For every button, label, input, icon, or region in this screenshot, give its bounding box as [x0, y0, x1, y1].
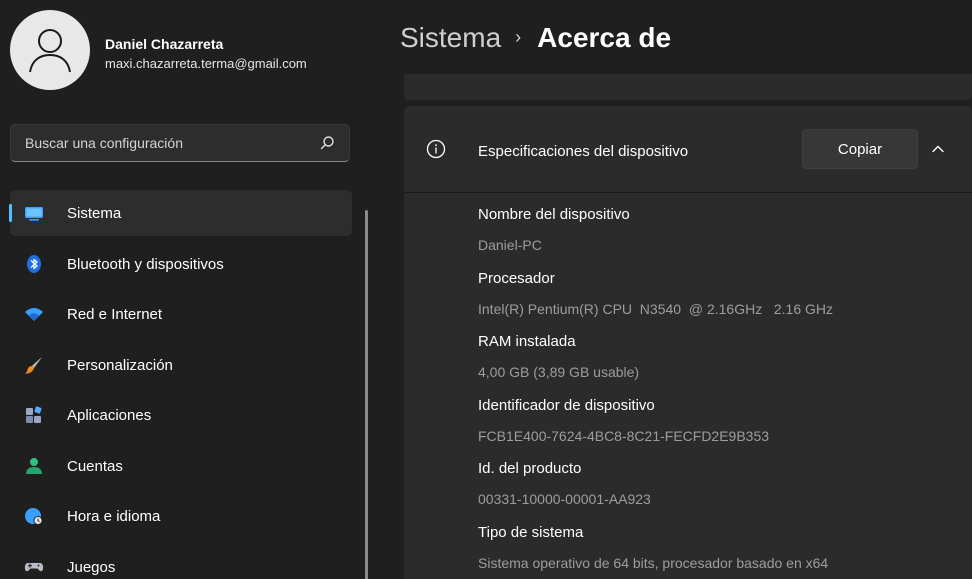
- monitor-icon: [25, 207, 43, 221]
- sidebar: Daniel Chazarreta maxi.chazarreta.terma@…: [0, 0, 370, 579]
- avatar[interactable]: [10, 10, 90, 90]
- page-title: Acerca de: [537, 22, 672, 53]
- spec-value: FCB1E400-7624-4BC8-8C21-FECFD2E9B353: [478, 427, 770, 444]
- breadcrumb-separator: ›: [515, 27, 522, 47]
- sidebar-item-label: Hora e idioma: [67, 508, 161, 525]
- sidebar-item-label: Juegos: [67, 558, 116, 576]
- breadcrumb: Sistema › Acerca de: [400, 22, 671, 54]
- search-icon[interactable]: [319, 135, 335, 151]
- sidebar-item-cuentas[interactable]: Cuentas: [10, 443, 352, 489]
- person-icon: [26, 457, 42, 474]
- spec-label: Nombre del dispositivo: [478, 206, 630, 223]
- previous-card: [404, 74, 972, 100]
- spec-value: Intel(R) Pentium(R) CPU N3540 @ 2.16GHz …: [478, 300, 833, 317]
- active-indicator: [9, 204, 12, 222]
- copy-button-label: Copiar: [837, 141, 883, 158]
- chevron-up-icon[interactable]: [930, 141, 946, 157]
- spec-value: Sistema operativo de 64 bits, procesador…: [478, 554, 829, 571]
- person-outline-icon: [29, 29, 71, 73]
- nav-list: Sistema Bluetooth y dispositivos Red e I…: [9, 190, 352, 579]
- breadcrumb-parent[interactable]: Sistema: [400, 22, 501, 53]
- sidebar-item-label: Bluetooth y dispositivos: [67, 255, 224, 273]
- info-icon: [426, 139, 446, 159]
- sidebar-item-label: Sistema: [67, 205, 122, 222]
- search-placeholder: Buscar una configuración: [25, 135, 183, 151]
- device-specs-card: Especificaciones del dispositivo Copiar …: [404, 106, 972, 579]
- settings-window: Daniel Chazarreta maxi.chazarreta.terma@…: [0, 0, 972, 579]
- device-specs-header[interactable]: Especificaciones del dispositivo Copiar: [404, 106, 972, 193]
- device-specs-title: Especificaciones del dispositivo: [478, 143, 689, 160]
- sidebar-item-aplicaciones[interactable]: Aplicaciones: [10, 392, 352, 438]
- search-input[interactable]: Buscar una configuración: [10, 124, 350, 162]
- user-profile[interactable]: Daniel Chazarreta maxi.chazarreta.terma@…: [10, 10, 360, 90]
- sidebar-scrollbar[interactable]: [365, 210, 368, 579]
- sidebar-item-red[interactable]: Red e Internet: [10, 291, 352, 337]
- spec-value: Daniel-PC: [478, 237, 542, 253]
- wifi-icon: [25, 308, 43, 321]
- globe-clock-icon: [25, 508, 43, 525]
- spec-label: Tipo de sistema: [478, 523, 584, 541]
- apps-icon: [26, 406, 42, 423]
- spec-value: 00331-10000-00001-AA923: [478, 491, 651, 507]
- sidebar-item-label: Cuentas: [67, 457, 123, 475]
- bluetooth-icon: [27, 254, 41, 273]
- sidebar-item-personalizacion[interactable]: Personalización: [10, 342, 352, 388]
- sidebar-item-label: Red e Internet: [67, 306, 163, 323]
- user-email: maxi.chazarreta.terma@gmail.com: [105, 56, 307, 71]
- main-content: Sistema › Acerca de Especificaciones del d…: [372, 0, 972, 579]
- sidebar-item-label: Aplicaciones: [67, 407, 152, 424]
- brush-icon: [25, 356, 42, 374]
- sidebar-item-hora-idioma[interactable]: Hora e idioma: [10, 493, 352, 539]
- copy-button[interactable]: Copiar: [802, 129, 918, 169]
- spec-label: Identificador de dispositivo: [478, 396, 655, 414]
- spec-label: Procesador: [478, 269, 555, 287]
- sidebar-item-label: Personalización: [67, 356, 173, 374]
- sidebar-item-juegos[interactable]: Juegos: [10, 544, 352, 579]
- user-name: Daniel Chazarreta: [105, 36, 224, 52]
- gamepad-icon: [24, 562, 44, 571]
- sidebar-item-bluetooth[interactable]: Bluetooth y dispositivos: [10, 241, 352, 287]
- sidebar-item-sistema[interactable]: Sistema: [9, 190, 352, 236]
- spec-label: RAM instalada: [478, 333, 576, 350]
- spec-value: 4,00 GB (3,89 GB usable): [478, 364, 640, 380]
- spec-label: Id. del producto: [478, 460, 582, 477]
